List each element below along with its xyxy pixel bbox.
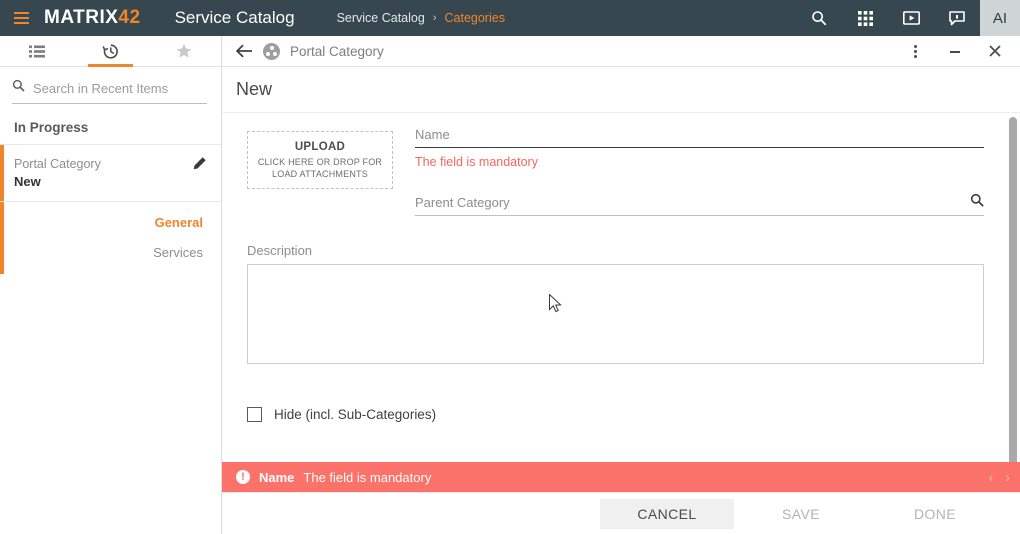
upload-subtitle-line1: CLICK HERE OR DROP FOR (258, 157, 382, 167)
breadcrumb-separator-icon: › (433, 12, 437, 24)
sidebar-link-general[interactable]: General (14, 208, 203, 238)
form-scroll-area: UPLOAD CLICK HERE OR DROP FOR LOAD ATTAC… (222, 113, 1020, 462)
panel-header-title: Portal Category (290, 44, 890, 59)
recent-item-type: Portal Category (14, 155, 191, 173)
sidebar-tab-list[interactable] (0, 36, 74, 66)
error-navigation: ‹ › (989, 469, 1010, 485)
search-icon[interactable] (796, 0, 842, 36)
sidebar-section-links: General Services (0, 202, 221, 274)
error-field-name: Name (259, 470, 294, 485)
vertical-ellipsis-icon (914, 45, 917, 58)
sidebar-tab-favorites[interactable] (147, 36, 221, 66)
hamburger-menu-icon[interactable] (0, 0, 42, 36)
close-button[interactable] (980, 36, 1010, 67)
description-label: Description (247, 243, 984, 264)
hide-checkbox-label[interactable]: Hide (incl. Sub-Categories) (274, 407, 436, 422)
sidebar: In Progress Portal Category New General … (0, 36, 222, 534)
done-button[interactable]: DONE (868, 499, 1002, 529)
minimize-button[interactable] (940, 36, 970, 67)
description-field-group: Description (247, 243, 984, 369)
upload-dropzone[interactable]: UPLOAD CLICK HERE OR DROP FOR LOAD ATTAC… (247, 131, 393, 189)
portal-category-icon (263, 43, 280, 60)
parent-category-underline[interactable] (415, 215, 984, 216)
hide-checkbox[interactable] (247, 407, 262, 422)
breadcrumb-item-service-catalog[interactable]: Service Catalog (337, 11, 425, 25)
parent-category-label: Parent Category (415, 195, 984, 215)
sidebar-empty-area (0, 274, 221, 534)
video-icon[interactable] (888, 0, 934, 36)
apps-grid-icon[interactable] (842, 0, 888, 36)
search-icon (12, 79, 25, 97)
sidebar-recent-item[interactable]: Portal Category New (0, 145, 221, 202)
validation-error-bar: ! Name The field is mandatory ‹ › (222, 462, 1020, 492)
upload-title: UPLOAD (295, 141, 345, 153)
sidebar-group-title: In Progress (0, 104, 221, 145)
top-navigation-bar: MATRIX42 Service Catalog Service Catalog… (0, 0, 1020, 36)
footer-action-bar: CANCEL SAVE DONE (222, 492, 1020, 534)
main-body: In Progress Portal Category New General … (0, 36, 1020, 534)
page-title: New (222, 67, 1020, 113)
recent-item-name: New (14, 173, 191, 191)
breadcrumb: Service Catalog › Categories (337, 11, 505, 25)
detail-panel: Portal Category New UPLOAD (222, 36, 1020, 534)
sidebar-search-row (0, 67, 221, 104)
name-field-error: The field is mandatory (415, 148, 984, 169)
save-button[interactable]: SAVE (734, 499, 868, 529)
error-prev-button[interactable]: ‹ (989, 469, 994, 485)
sidebar-link-services[interactable]: Services (14, 238, 203, 268)
sidebar-tabs (0, 36, 221, 67)
name-field-group: Name The field is mandatory (415, 127, 984, 169)
user-avatar[interactable]: AI (980, 0, 1020, 36)
brand-suffix-text: 42 (118, 7, 140, 29)
vertical-scrollbar-thumb[interactable] (1009, 117, 1017, 462)
upload-subtitle-line2: LOAD ATTACHMENTS (272, 169, 368, 179)
brand-main-text: MATRIX (44, 7, 118, 29)
chat-icon[interactable] (934, 0, 980, 36)
upload-subtitle: CLICK HERE OR DROP FOR LOAD ATTACHMENTS (258, 156, 382, 180)
back-arrow-icon[interactable] (236, 44, 253, 58)
hide-checkbox-row[interactable]: Hide (incl. Sub-Categories) (247, 407, 984, 440)
recent-item-texts: Portal Category New (14, 155, 191, 191)
search-box[interactable] (12, 79, 207, 104)
matrix42-logo: MATRIX42 (44, 7, 141, 29)
error-message: The field is mandatory (303, 470, 979, 485)
error-exclamation-icon: ! (236, 470, 250, 484)
parent-category-field-group: Parent Category (415, 195, 984, 216)
pencil-icon[interactable] (191, 155, 207, 177)
sidebar-tab-recent[interactable] (74, 36, 148, 66)
search-icon[interactable] (970, 193, 984, 212)
form-top-row: UPLOAD CLICK HERE OR DROP FOR LOAD ATTAC… (247, 127, 984, 216)
more-options-button[interactable] (900, 36, 930, 67)
panel-header: Portal Category (222, 36, 1020, 67)
application-window: MATRIX42 Service Catalog Service Catalog… (0, 0, 1020, 534)
error-next-button[interactable]: › (1005, 469, 1010, 485)
cancel-button[interactable]: CANCEL (600, 499, 734, 529)
name-field-label: Name (415, 127, 984, 147)
form-fields-column: Name The field is mandatory Parent Categ… (405, 127, 984, 216)
description-textarea[interactable] (247, 264, 984, 364)
app-title: Service Catalog (175, 8, 295, 28)
search-input[interactable] (33, 81, 209, 96)
form-content: UPLOAD CLICK HERE OR DROP FOR LOAD ATTAC… (222, 127, 1020, 440)
breadcrumb-item-categories[interactable]: Categories (445, 11, 505, 25)
